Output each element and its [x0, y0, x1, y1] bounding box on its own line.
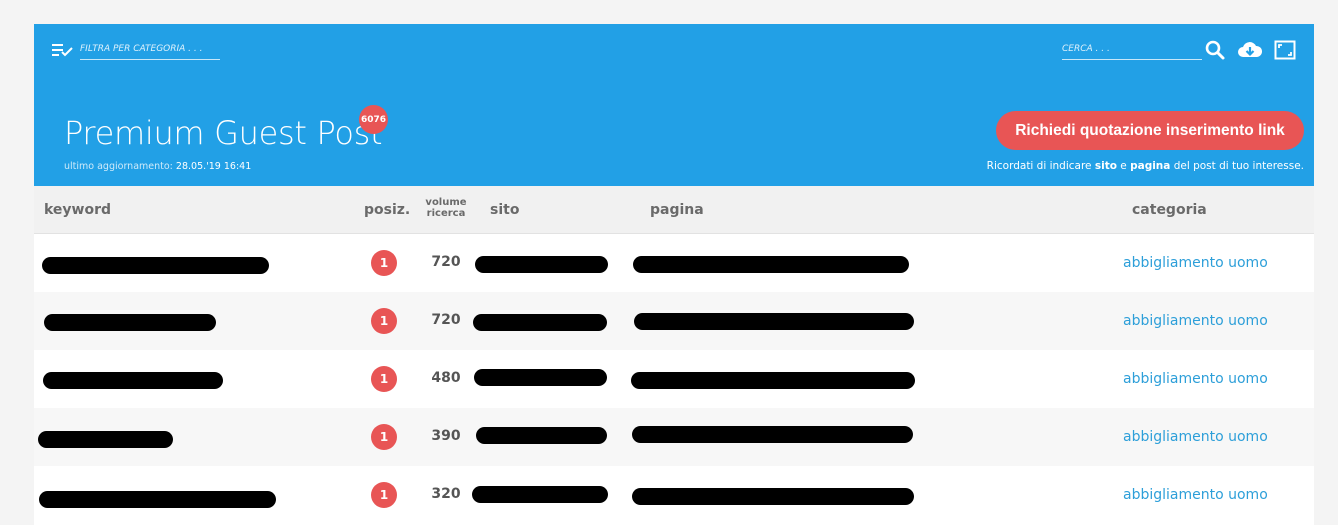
col-volume-line2: ricerca [426, 208, 466, 219]
redacted-page [631, 372, 915, 389]
redacted-keyword [39, 491, 276, 508]
page-title: Premium Guest Post [64, 114, 383, 152]
redacted-site [474, 369, 607, 386]
last-updated-value: 28.05.'19 16:41 [175, 161, 252, 172]
table-row[interactable]: 1 720 abbigliamento uomo [34, 234, 1314, 292]
note-site: sito [1094, 160, 1117, 172]
note-page: pagina [1130, 160, 1171, 172]
fullscreen-icon[interactable] [1274, 39, 1296, 61]
category-link[interactable]: abbigliamento uomo [1123, 255, 1268, 271]
position-badge: 1 [371, 482, 397, 508]
redacted-site [476, 427, 607, 444]
position-badge: 1 [371, 250, 397, 276]
col-sito[interactable]: sito [490, 202, 519, 218]
redacted-keyword [44, 314, 216, 331]
search-volume: 720 [431, 254, 461, 270]
last-updated-label: ultimo aggiornamento: [64, 161, 173, 172]
table-row[interactable]: 1 720 abbigliamento uomo [34, 292, 1314, 350]
last-updated: ultimo aggiornamento: 28.05.'19 16:41 [64, 161, 251, 172]
table-row[interactable]: 1 390 abbigliamento uomo [34, 408, 1314, 466]
main-panel: Premium Guest Post 6076 ultimo aggiornam… [34, 24, 1314, 525]
search-volume: 480 [431, 370, 461, 386]
redacted-site [472, 486, 608, 503]
col-keyword[interactable]: keyword [44, 202, 111, 218]
col-categoria[interactable]: categoria [1132, 202, 1207, 218]
redacted-page [633, 256, 909, 273]
col-volume-line1: volume [425, 197, 467, 208]
redacted-page [632, 488, 914, 505]
redacted-keyword [38, 431, 173, 448]
search-volume: 320 [431, 486, 461, 502]
col-pagina[interactable]: pagina [650, 202, 704, 218]
table-row[interactable]: 1 320 abbigliamento uomo [34, 466, 1314, 524]
cloud-download-icon[interactable] [1237, 39, 1263, 61]
redacted-keyword [42, 257, 269, 274]
note-suffix: del post di tuo interesse. [1170, 160, 1304, 172]
request-quote-button[interactable]: Richiedi quotazione inserimento link [996, 111, 1304, 150]
category-filter-input[interactable] [80, 38, 220, 60]
category-link[interactable]: abbigliamento uomo [1123, 371, 1268, 387]
search-volume: 720 [431, 312, 461, 328]
redacted-page [634, 313, 914, 330]
search-input[interactable] [1062, 38, 1202, 60]
col-volume[interactable]: volume ricerca [416, 197, 476, 219]
note-prefix: Ricordati di indicare [986, 160, 1095, 172]
position-badge: 1 [371, 366, 397, 392]
search-icon[interactable] [1204, 39, 1226, 61]
table-row[interactable]: 1 480 abbigliamento uomo [34, 350, 1314, 408]
header-bar: Premium Guest Post 6076 ultimo aggiornam… [34, 24, 1314, 186]
category-link[interactable]: abbigliamento uomo [1123, 313, 1268, 329]
position-badge: 1 [371, 424, 397, 450]
redacted-page [632, 426, 913, 443]
reminder-note: Ricordati di indicare sito e pagina del … [987, 160, 1304, 172]
redacted-keyword [43, 372, 223, 389]
col-posiz[interactable]: posiz. [364, 202, 410, 218]
category-link[interactable]: abbigliamento uomo [1123, 429, 1268, 445]
redacted-site [473, 314, 607, 331]
count-badge: 6076 [359, 105, 388, 134]
table-header: keyword posiz. volume ricerca sito pagin… [34, 186, 1314, 234]
filter-list-icon[interactable] [52, 42, 74, 58]
category-link[interactable]: abbigliamento uomo [1123, 487, 1268, 503]
redacted-site [475, 256, 608, 273]
position-badge: 1 [371, 308, 397, 334]
note-mid: e [1116, 160, 1131, 172]
search-volume: 390 [431, 428, 461, 444]
